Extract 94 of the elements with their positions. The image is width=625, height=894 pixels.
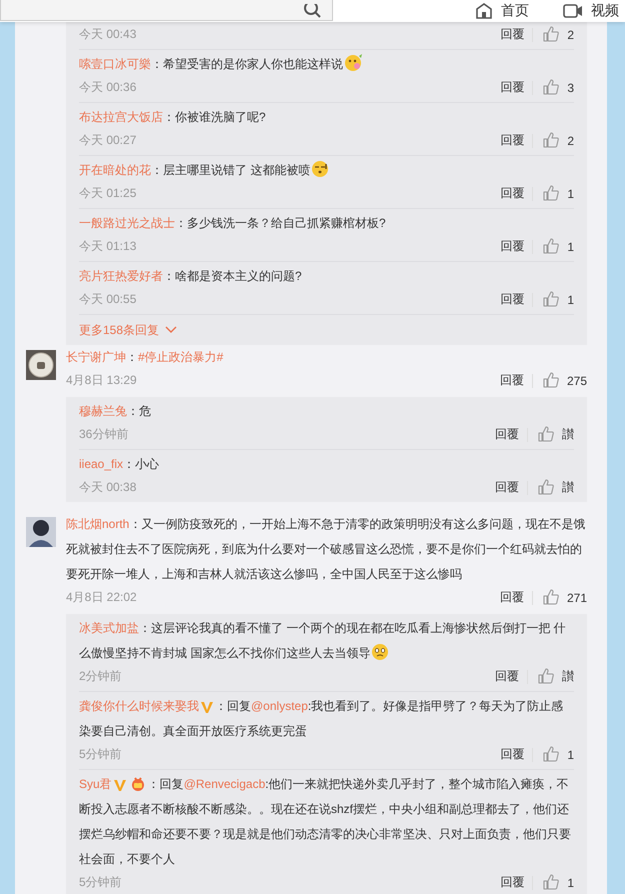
timestamp: 今天 01:25 — [79, 185, 136, 202]
chevron-down-icon — [165, 326, 178, 334]
like-count: 讃 — [562, 479, 574, 496]
username-link[interactable]: 亮片狂热爱好者 — [79, 269, 163, 283]
timestamp: 5分钟前 — [79, 874, 122, 891]
mention-link[interactable]: @onlystep — [251, 699, 308, 713]
reply-text: 布达拉宫大饭店：你被谁洗脑了呢? — [79, 109, 267, 126]
timestamp: 今天 00:43 — [79, 26, 136, 43]
video-icon — [563, 3, 583, 19]
search-field[interactable] — [0, 0, 333, 21]
thumbs-up-icon[interactable] — [542, 372, 560, 389]
thumbs-up-icon[interactable] — [543, 874, 560, 891]
reply-link[interactable]: 回覆 — [500, 185, 524, 202]
reply-link[interactable]: 回覆 — [500, 26, 524, 43]
reply-link[interactable]: 回覆 — [500, 79, 524, 96]
username-link[interactable]: 长宁谢广坤 — [66, 350, 126, 364]
like-count: 1 — [567, 240, 574, 254]
thumbs-up-icon[interactable] — [543, 185, 560, 202]
like-count: 2 — [567, 28, 574, 42]
reply-text: 冰美式加盐：这层评论我真的看不懂了 一个两个的现在都在吃瓜看上海惨状然后倒打一把 什么傲慢坚持不肯封城 国家怎么不找你们这些人去当领导 — [79, 620, 567, 663]
avatar — [26, 517, 56, 547]
like-count: 讃 — [562, 426, 574, 443]
reply-link[interactable]: 回覆 — [495, 479, 519, 496]
timestamp: 今天 00:36 — [79, 79, 136, 96]
reply-link[interactable]: 回覆 — [500, 372, 524, 389]
like-count: 1 — [567, 186, 574, 200]
timestamp: 4月8日 13:29 — [66, 372, 137, 389]
timestamp: 4月8日 22:02 — [66, 589, 137, 606]
search-icon — [304, 4, 322, 18]
reply-text: 嗦壹口冰可樂：希望受害的是你家人你也能这样说 — [79, 52, 574, 77]
more-replies-link[interactable]: 更多158条回复 — [79, 314, 574, 345]
verified-badge-icon — [200, 700, 214, 714]
reply-link[interactable]: 回覆 — [500, 746, 524, 763]
username-link[interactable]: iieao_fix — [79, 457, 124, 471]
like-count: 1 — [567, 292, 574, 306]
username-link[interactable]: 布达拉宫大饭店 — [79, 110, 163, 124]
like-count: 2 — [567, 134, 574, 148]
topic-link[interactable]: #停止政治暴力# — [138, 350, 224, 364]
timestamp: 2分钟前 — [79, 668, 122, 685]
thumbs-up-icon[interactable] — [543, 746, 560, 763]
thumbs-up-icon[interactable] — [543, 238, 560, 255]
thumbs-up-icon[interactable] — [542, 589, 560, 606]
reply-link[interactable]: 回覆 — [500, 874, 524, 891]
thumbs-up-icon[interactable] — [543, 79, 560, 96]
username-link[interactable]: 一般路过光之战士 — [79, 216, 175, 230]
house-icon — [475, 3, 493, 19]
username-link[interactable]: Syu君 — [79, 777, 112, 791]
username-link[interactable]: 开在暗处的花 — [79, 163, 151, 177]
avatar — [26, 350, 56, 380]
thumbs-up-icon[interactable] — [538, 479, 555, 496]
like-count: 讃 — [562, 668, 574, 685]
like-count: 1 — [567, 748, 574, 762]
reply-text: Syu君 ：回复@Renvecigacb:他们一来就把快递外卖几乎封了，整个城市陷入瘫痪，不断投入志愿者不断核酸不断感染。。现在还在说shzf摆烂，中央小组和副总理都去了，他们还摆烂乌纱帽和命还要不要？现是就是他们动态清零的决心非常坚决、只对上面负责，他们只要社会面，不要个人 — [79, 775, 572, 868]
timestamp: 今天 00:27 — [79, 132, 136, 149]
nav-link[interactable]: 视频 — [563, 2, 619, 20]
reply-link[interactable]: 回覆 — [500, 238, 524, 255]
timestamp: 36分钟前 — [79, 426, 128, 443]
smiley-icon — [344, 53, 363, 72]
username-link[interactable]: 穆赫兰兔 — [79, 404, 127, 418]
username-link[interactable]: 嗦壹口冰可樂 — [79, 57, 151, 71]
smiley-icon — [311, 159, 330, 178]
username-link[interactable]: 冰美式加盐 — [79, 621, 139, 635]
reply-link[interactable]: 回覆 — [500, 291, 524, 308]
verified-badge-icon — [112, 778, 127, 792]
comment-text: 陈北烟north：又一例防疫致死的，一开始上海不急于清零的政策明明没有这么多问题，现在不是饿死就被封住去不了医院病死，到底为什么要对一个破感冒这么恐慌，要不是你们一个红码就去怕的要死开除一堆人，上海和吉林人就活该这么惨吗，全中国人民至于这么惨吗 — [66, 516, 586, 583]
thumbs-up-icon[interactable] — [543, 26, 560, 43]
like-count: 275 — [566, 374, 587, 388]
nav-link[interactable]: 首页 — [475, 2, 529, 20]
like-count: 271 — [566, 590, 587, 604]
timestamp: 今天 01:13 — [79, 238, 136, 255]
comment-text: 长宁谢广坤：#停止政治暴力# — [66, 349, 224, 366]
timestamp: 今天 00:38 — [79, 479, 136, 496]
reply-text: 一般路过光之战士：多少钱洗一条？给自己抓紧赚棺材板? — [79, 215, 387, 232]
timestamp: 今天 00:55 — [79, 291, 136, 308]
thumbs-up-icon[interactable] — [543, 132, 560, 149]
reply-text: 亮片狂热爱好者：啥都是资本主义的问题? — [79, 268, 303, 285]
reply-link[interactable]: 回覆 — [495, 668, 519, 685]
username-link[interactable]: 陈北烟north — [66, 517, 130, 531]
reply-text: 穆赫兰兔：危 — [79, 403, 152, 420]
reply-link[interactable]: 回覆 — [500, 589, 524, 606]
thumbs-up-icon[interactable] — [538, 668, 555, 685]
thumbs-up-icon[interactable] — [543, 291, 560, 308]
thumbs-up-icon[interactable] — [538, 426, 555, 443]
reply-text: iieao_fix：小心 — [79, 456, 160, 473]
reply-link[interactable]: 回覆 — [500, 132, 524, 149]
like-count: 1 — [567, 876, 574, 890]
username-link[interactable]: 龚俊你什么时候来娶我 — [79, 699, 199, 713]
reply-text: 开在暗处的花：层主哪里说错了 这都能被喷 — [79, 158, 574, 183]
mention-link[interactable]: @Renvecigacb — [184, 777, 266, 791]
like-count: 3 — [567, 80, 574, 94]
timestamp: 5分钟前 — [79, 746, 122, 763]
reply-link[interactable]: 回覆 — [495, 426, 519, 443]
sad-face-icon — [371, 642, 390, 661]
reply-text: 龚俊你什么时候来娶我 ：回复@onlystep:我也看到了。好像是指甲劈了？每天为了防止感染要自己清创。真全面开放医疗系统更完蛋 — [79, 698, 564, 740]
